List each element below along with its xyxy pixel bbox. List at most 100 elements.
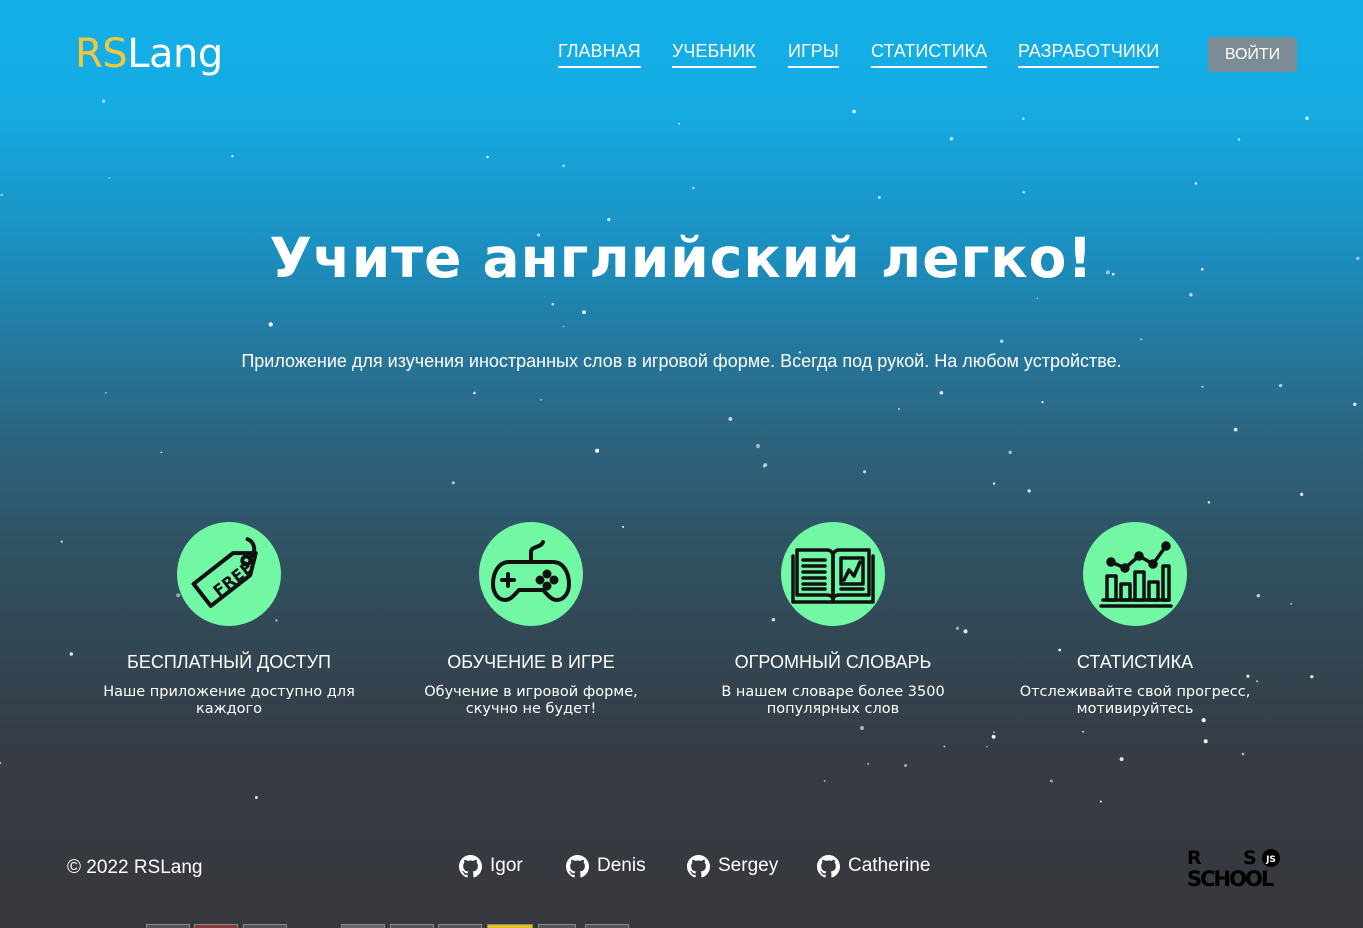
svg-text:JS: JS [1265, 855, 1276, 865]
developer-link-sergey[interactable]: Sergey [687, 854, 778, 878]
star-dot [1278, 383, 1283, 388]
star-dot [108, 177, 111, 179]
star-dot [763, 463, 768, 467]
nav-games[interactable]: ИГРЫ [788, 40, 839, 68]
star-dot [1022, 191, 1025, 194]
star-dot [1290, 602, 1293, 605]
copyright-text: © 2022 RSLang [67, 857, 203, 878]
star-dot [878, 196, 881, 199]
star-dot [943, 745, 946, 748]
hero-title: Учите английский легко! [269, 226, 1094, 290]
star-dot [60, 540, 63, 543]
feature-title: ОГРОМНЫЙ СЛОВАРЬ [734, 652, 932, 672]
feature-huge-dictionary: ОГРОМНЫЙ СЛОВАРЬ В нашем словаре более 3… [683, 522, 983, 718]
free-tag-icon: FREE [177, 522, 281, 626]
feature-title: БЕСПЛАТНЫЙ ДОСТУП [127, 652, 331, 672]
star-dot [0, 761, 2, 765]
star-dot [755, 444, 761, 449]
logo-lang: Lang [127, 31, 223, 77]
svg-text:R: R [1187, 847, 1202, 869]
rs-school-logo[interactable]: R S SCHOOL JS [1187, 846, 1299, 888]
star-dot [268, 322, 273, 327]
star-dot [1353, 402, 1357, 406]
star-dot [582, 310, 586, 315]
star-dot [992, 482, 996, 485]
star-dot [1201, 385, 1204, 388]
developer-link-igor[interactable]: Igor [459, 854, 523, 878]
star-dot [986, 745, 988, 748]
feature-statistics: СТАТИСТИКА Отслеживайте свой прогресс, м… [985, 522, 1285, 718]
star-dot [1207, 501, 1211, 504]
star-dot [949, 137, 954, 141]
feature-description: Отслеживайте свой прогресс, мотивируйтес… [1019, 684, 1251, 717]
developer-link-denis[interactable]: Denis [566, 854, 646, 878]
hero-subtitle: Приложение для изучения иностранных слов… [241, 351, 1122, 371]
star-dot [1241, 752, 1245, 756]
app-logo[interactable]: RSLang [75, 30, 223, 78]
star-dot [823, 779, 826, 782]
star-dot [1203, 739, 1208, 744]
nav-textbook[interactable]: УЧЕБНИК [672, 40, 756, 68]
star-dot [562, 164, 565, 167]
star-dot [1099, 800, 1102, 803]
login-button[interactable]: ВОЙТИ [1208, 37, 1297, 72]
star-dot [867, 763, 869, 765]
star-dot [991, 734, 996, 739]
star-dot [1050, 779, 1053, 783]
star-dot [1201, 718, 1206, 723]
github-icon [817, 854, 840, 877]
star-dot [1008, 450, 1012, 454]
star-dot [860, 726, 864, 730]
star-dot [1194, 182, 1198, 185]
star-dot [1119, 757, 1124, 762]
star-dot [1027, 489, 1031, 493]
github-icon [566, 854, 589, 877]
star-dot [473, 391, 476, 395]
star-dot [692, 186, 695, 190]
star-dot [1140, 338, 1143, 341]
star-dot [0, 193, 4, 197]
star-dot [898, 408, 900, 410]
star-dot [678, 122, 680, 125]
star-dot [562, 325, 565, 328]
github-icon [687, 854, 710, 877]
star-dot [160, 451, 163, 454]
star-dot [254, 796, 258, 799]
feature-description: Наше приложение доступно для каждого [103, 684, 355, 717]
developer-link-catherine[interactable]: Catherine [817, 854, 930, 878]
starfield-background [0, 99, 1360, 803]
star-dot [1233, 427, 1238, 432]
star-dot [1300, 492, 1304, 496]
star-dot [1237, 138, 1241, 141]
star-dot [102, 99, 106, 103]
nav-developers[interactable]: РАЗРАБОТЧИКИ [1018, 40, 1160, 68]
star-dot [1082, 730, 1085, 733]
star-dot [993, 731, 995, 733]
star-dot [551, 302, 555, 306]
star-dot [939, 391, 944, 395]
feature-game-learning: ОБУЧЕНИЕ В ИГРЕ Обучение в игровой форме… [381, 522, 681, 718]
star-dot [1000, 339, 1004, 343]
star-dot [1189, 293, 1193, 297]
star-dot [607, 217, 611, 222]
nav-statistics[interactable]: СТАТИСТИКА [871, 40, 988, 68]
feature-description: Обучение в игровой форме, скучно не буде… [424, 684, 638, 717]
star-dot [1036, 297, 1039, 300]
star-dot [595, 448, 600, 453]
developer-name: Denis [597, 855, 646, 876]
star-dot [486, 155, 489, 159]
feature-title: ОБУЧЕНИЕ В ИГРЕ [447, 652, 615, 672]
star-dot [728, 417, 733, 421]
developer-name: Sergey [718, 855, 779, 876]
feature-title: СТАТИСТИКА [1076, 652, 1194, 672]
star-dot [1305, 116, 1309, 120]
nav-home[interactable]: ГЛАВНАЯ [558, 40, 641, 68]
logo-rs: RS [75, 31, 128, 77]
star-dot [540, 398, 542, 401]
star-dot [1041, 401, 1044, 404]
star-dot [1310, 675, 1314, 679]
gamepad-icon [479, 522, 583, 626]
bottom-taskbar-strip [0, 924, 1363, 928]
github-icon [459, 854, 482, 877]
feature-free-access: FREE БЕСПЛАТНЫЙ ДОСТУП Наше приложение д… [79, 522, 379, 718]
